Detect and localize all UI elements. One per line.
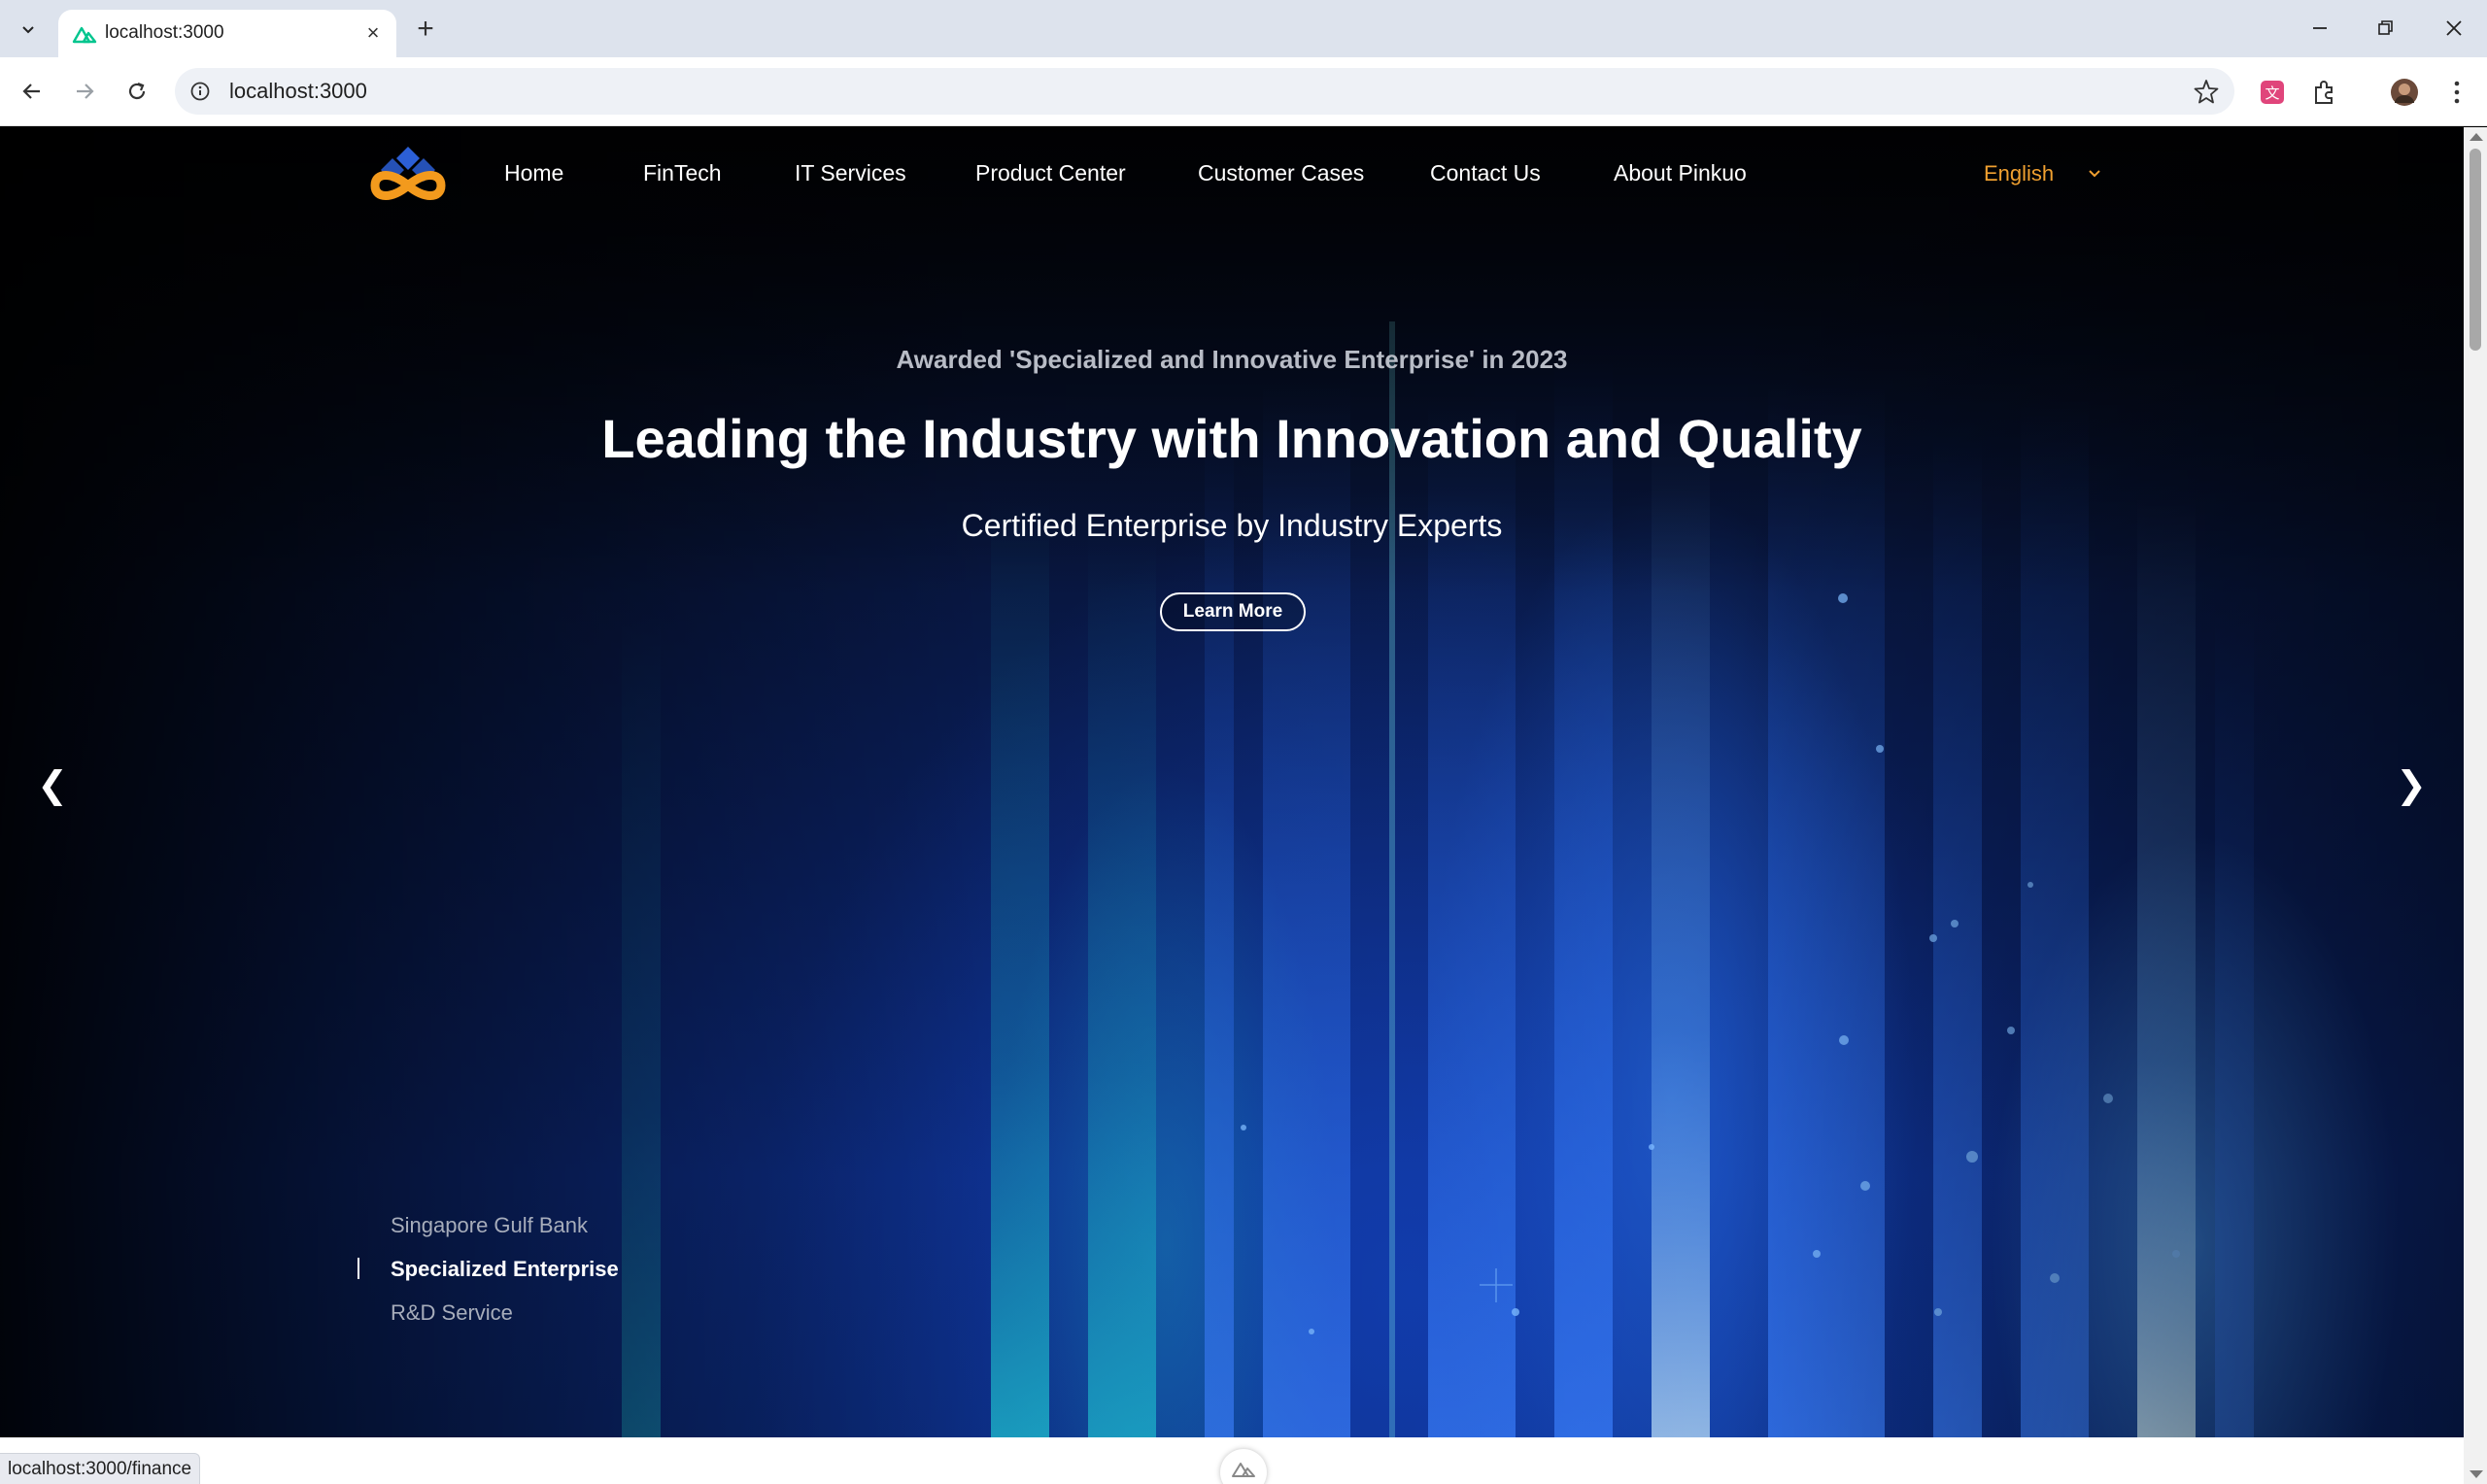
svg-text:文: 文 — [2265, 84, 2279, 102]
nuxt-logo-icon — [1232, 1463, 1255, 1477]
close-window-button[interactable] — [2425, 10, 2483, 47]
nav-about-pinkuo[interactable]: About Pinkuo — [1614, 160, 1747, 186]
status-bar-url: localhost:3000/finance — [0, 1453, 201, 1484]
language-selector[interactable]: English — [1984, 161, 2054, 186]
scroll-down-arrow-icon[interactable] — [2470, 1470, 2483, 1478]
browser-tab-active[interactable]: localhost:3000 × — [58, 10, 396, 57]
hero-title: Leading the Industry with Innovation and… — [601, 408, 1862, 469]
new-tab-button[interactable]: + — [410, 13, 441, 45]
kebab-menu-icon — [2454, 81, 2460, 104]
browser-tabstrip: localhost:3000 × + — [0, 0, 2487, 57]
slide-tab-rd-service[interactable]: R&D Service — [358, 1291, 619, 1334]
forward-button[interactable] — [66, 73, 103, 110]
hero-eyebrow: Awarded 'Specialized and Innovative Ente… — [896, 345, 1568, 374]
learn-more-button[interactable]: Learn More — [1160, 592, 1306, 631]
reload-icon — [128, 82, 146, 100]
bookmark-star-icon[interactable] — [2192, 77, 2221, 106]
avatar-icon — [2391, 79, 2418, 106]
extensions-button[interactable] — [2308, 76, 2341, 109]
pinkuo-logo[interactable] — [367, 143, 449, 203]
profile-avatar[interactable] — [2388, 76, 2421, 109]
slide-tab-singapore-gulf-bank[interactable]: Singapore Gulf Bank — [358, 1203, 619, 1247]
nav-home[interactable]: Home — [504, 160, 563, 186]
info-icon[interactable] — [188, 80, 212, 103]
puzzle-icon — [2315, 81, 2333, 104]
nav-contact-us[interactable]: Contact Us — [1430, 160, 1541, 186]
url-text[interactable]: localhost:3000 — [229, 79, 367, 104]
translate-extension-icon[interactable]: 文 — [2256, 76, 2289, 109]
page-viewport: Home FinTech IT Services Product Center … — [0, 127, 2464, 1437]
nav-it-services[interactable]: IT Services — [795, 160, 906, 186]
restore-icon — [2378, 20, 2393, 35]
carousel-prev-button[interactable]: ❮ — [33, 760, 72, 809]
restore-button[interactable] — [2357, 10, 2415, 47]
nav-product-center[interactable]: Product Center — [975, 160, 1126, 186]
carousel-slide-list: Singapore Gulf Bank Specialized Enterpri… — [358, 1203, 619, 1334]
browser-toolbar: localhost:3000 文 — [0, 57, 2487, 126]
carousel-next-button[interactable]: ❯ — [2392, 760, 2431, 809]
tab-close-icon[interactable]: × — [361, 20, 385, 45]
site-header: Home FinTech IT Services Product Center … — [0, 127, 2464, 220]
chevron-down-icon[interactable] — [2085, 164, 2104, 184]
scroll-thumb[interactable] — [2470, 149, 2481, 351]
minimize-icon — [2313, 27, 2327, 29]
reload-button[interactable] — [119, 73, 155, 110]
back-button[interactable] — [14, 73, 51, 110]
nav-fintech[interactable]: FinTech — [643, 160, 722, 186]
chevron-down-icon — [22, 26, 34, 34]
tab-title: localhost:3000 — [105, 22, 224, 43]
nuxt-favicon-icon — [72, 26, 97, 44]
arrow-left-icon — [22, 84, 40, 99]
hero-subtitle: Certified Enterprise by Industry Experts — [961, 508, 1503, 543]
page-scrollbar[interactable] — [2464, 127, 2487, 1484]
minimize-button[interactable] — [2291, 10, 2349, 47]
close-icon — [2446, 20, 2462, 36]
browser-menu-button[interactable] — [2440, 76, 2473, 109]
slide-tab-specialized-enterprise[interactable]: Specialized Enterprise — [358, 1247, 619, 1291]
translate-icon: 文 — [2261, 81, 2284, 104]
scroll-up-arrow-icon[interactable] — [2470, 133, 2483, 141]
nav-customer-cases[interactable]: Customer Cases — [1198, 160, 1364, 186]
address-bar[interactable]: localhost:3000 — [175, 68, 2234, 115]
arrow-right-icon — [77, 84, 94, 99]
tab-search-button[interactable] — [10, 15, 47, 44]
